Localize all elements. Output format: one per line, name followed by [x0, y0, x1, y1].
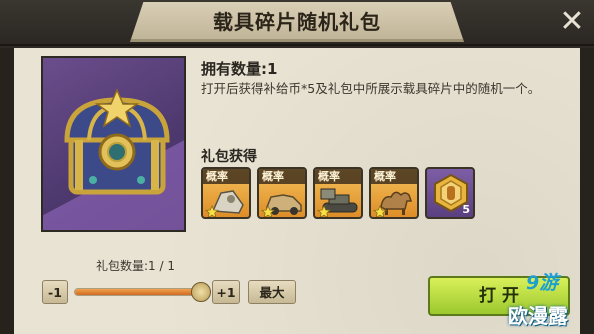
- star-icon: [317, 205, 331, 217]
- quantity-label: 礼包数量:1 / 1: [96, 259, 175, 273]
- star-icon: [373, 205, 387, 217]
- item-preview: [41, 56, 186, 232]
- probability-tag: 概率: [259, 169, 305, 184]
- dialog-window: 载具碎片随机礼包 ✕ 拥有数量:1 打开后获得补给币*5及礼包中所展示载具碎片中…: [0, 0, 594, 334]
- reward-slot[interactable]: 概率: [313, 167, 363, 219]
- probability-tag: 概率: [203, 169, 249, 184]
- plus-button[interactable]: +1: [212, 280, 240, 304]
- rewards-title: 礼包获得: [201, 149, 257, 165]
- dialog-title: 载具碎片随机礼包: [213, 10, 381, 34]
- max-button[interactable]: 最大: [248, 280, 296, 304]
- star-icon: [205, 205, 219, 217]
- reward-count: 5: [462, 203, 470, 216]
- slider-fill: [75, 289, 203, 295]
- watermark: 9游 欧漫露: [500, 268, 594, 334]
- title-bar: 载具碎片随机礼包 ✕: [0, 0, 594, 46]
- watermark-text: 欧漫露: [508, 304, 568, 328]
- watermark-logo: 9游: [526, 272, 559, 294]
- item-description: 打开后获得补给币*5及礼包中所展示载具碎片中的随机一个。: [201, 81, 541, 96]
- reward-slot-coin[interactable]: 5: [425, 167, 475, 219]
- owned-count: 拥有数量:1: [201, 60, 278, 78]
- probability-tag: 概率: [371, 169, 417, 184]
- quantity-slider[interactable]: [74, 288, 204, 296]
- reward-slot[interactable]: 概率: [201, 167, 251, 219]
- reward-slot[interactable]: 概率: [369, 167, 419, 219]
- panel-edge-left: [0, 48, 14, 334]
- slider-thumb[interactable]: [191, 282, 211, 302]
- star-icon: [261, 205, 275, 217]
- close-icon[interactable]: ✕: [556, 6, 588, 38]
- reward-slot[interactable]: 概率: [257, 167, 307, 219]
- probability-tag: 概率: [315, 169, 361, 184]
- treasure-chest-icon: [64, 88, 170, 195]
- minus-button[interactable]: -1: [42, 280, 68, 304]
